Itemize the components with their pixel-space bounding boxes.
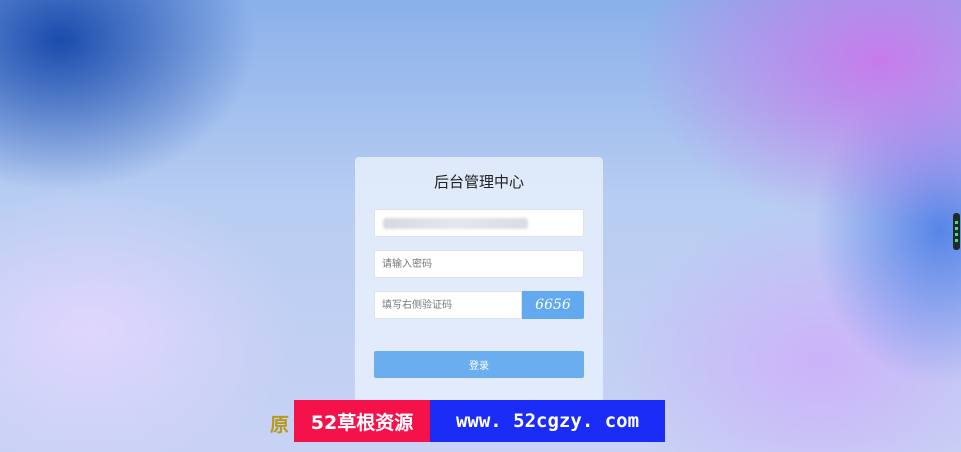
password-field-wrapper xyxy=(374,250,584,278)
blurred-username xyxy=(383,218,528,229)
password-input[interactable] xyxy=(375,251,583,277)
captcha-field-wrapper xyxy=(374,291,522,319)
watermark-badge: 52草根资源 xyxy=(294,400,430,442)
login-button[interactable]: 登录 xyxy=(374,351,584,378)
captcha-input[interactable] xyxy=(375,292,521,318)
watermark-fragment: 原 xyxy=(270,414,290,436)
side-scroll-indicator[interactable] xyxy=(953,213,960,250)
captcha-image[interactable]: 6656 xyxy=(522,291,584,319)
page-title: 后台管理中心 xyxy=(433,173,524,191)
login-card: 后台管理中心 6656 登录 xyxy=(355,157,603,407)
username-field[interactable] xyxy=(374,209,584,237)
watermark-url: www. 52cgzy. com xyxy=(430,400,665,442)
